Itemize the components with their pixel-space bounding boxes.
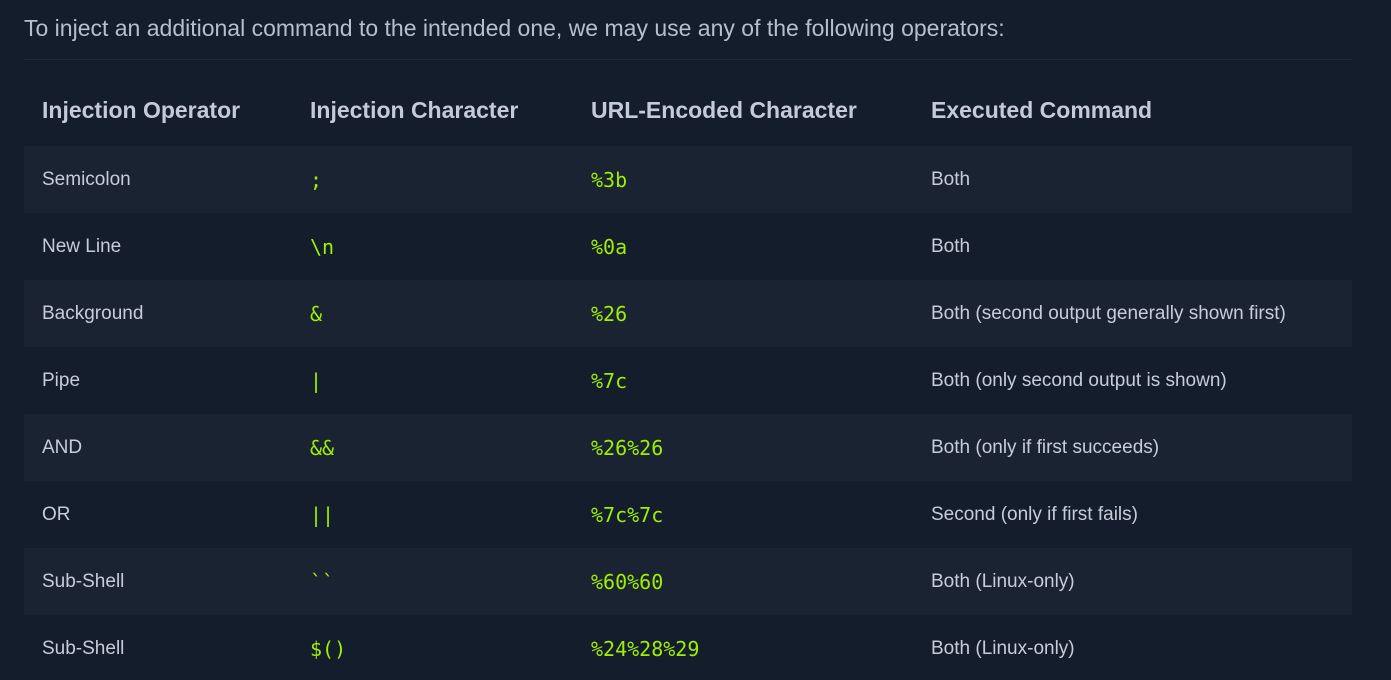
character-cell: `` [310,569,335,594]
operator-cell: Sub-Shell [42,570,125,592]
character-cell: | [310,368,323,393]
executed-command-cell: Both (only second output is shown) [931,369,1227,391]
character-cell: || [310,502,335,527]
operator-cell: OR [42,503,71,525]
executed-command-cell: Both (Linux-only) [931,637,1075,659]
executed-command-cell: Both (only if first succeeds) [931,436,1160,458]
executed-command-cell: Second (only if first fails) [931,503,1138,525]
url-encoded-cell: %26%26 [591,435,664,460]
operator-cell: Sub-Shell [42,637,125,659]
header-injection-character: Injection Character [310,96,519,123]
character-cell: \n [310,234,335,259]
table-row: Semicolon ; %3b Both [24,146,1352,213]
executed-command-cell: Both (Linux-only) [931,570,1075,592]
executed-command-cell: Both [931,168,971,190]
page: To inject an additional command to the i… [0,0,1391,680]
table-row: Pipe | %7c Both (only second output is s… [24,347,1352,414]
intro-paragraph: To inject an additional command to the i… [24,0,1352,60]
table-header-row: Injection Operator Injection Character U… [24,60,1352,146]
operators-table: Injection Operator Injection Character U… [24,60,1352,680]
executed-command-cell: Both [931,235,971,257]
operator-cell: Background [42,302,144,324]
table-row: Sub-Shell $() %24%28%29 Both (Linux-only… [24,615,1352,680]
character-cell: & [310,301,323,326]
table-row: AND && %26%26 Both (only if first succee… [24,414,1352,481]
operator-cell: New Line [42,235,122,257]
executed-command-cell: Both (second output generally shown firs… [931,302,1286,324]
url-encoded-cell: %0a [591,234,628,259]
url-encoded-cell: %7c [591,368,628,393]
url-encoded-cell: %3b [591,167,628,192]
url-encoded-cell: %60%60 [591,569,664,594]
table-row: OR || %7c%7c Second (only if first fails… [24,481,1352,548]
operator-cell: Semicolon [42,168,131,190]
url-encoded-cell: %26 [591,301,628,326]
table-row: Background & %26 Both (second output gen… [24,280,1352,347]
operator-cell: Pipe [42,369,81,391]
header-url-encoded-character: URL-Encoded Character [591,96,857,123]
character-cell: ; [310,167,323,192]
operator-cell: AND [42,436,83,458]
url-encoded-cell: %24%28%29 [591,636,700,661]
header-executed-command: Executed Command [931,96,1153,123]
table-row: New Line \n %0a Both [24,213,1352,280]
character-cell: $() [310,636,347,661]
character-cell: && [310,435,335,460]
header-injection-operator: Injection Operator [42,96,241,123]
url-encoded-cell: %7c%7c [591,502,664,527]
table-row: Sub-Shell `` %60%60 Both (Linux-only) [24,548,1352,615]
